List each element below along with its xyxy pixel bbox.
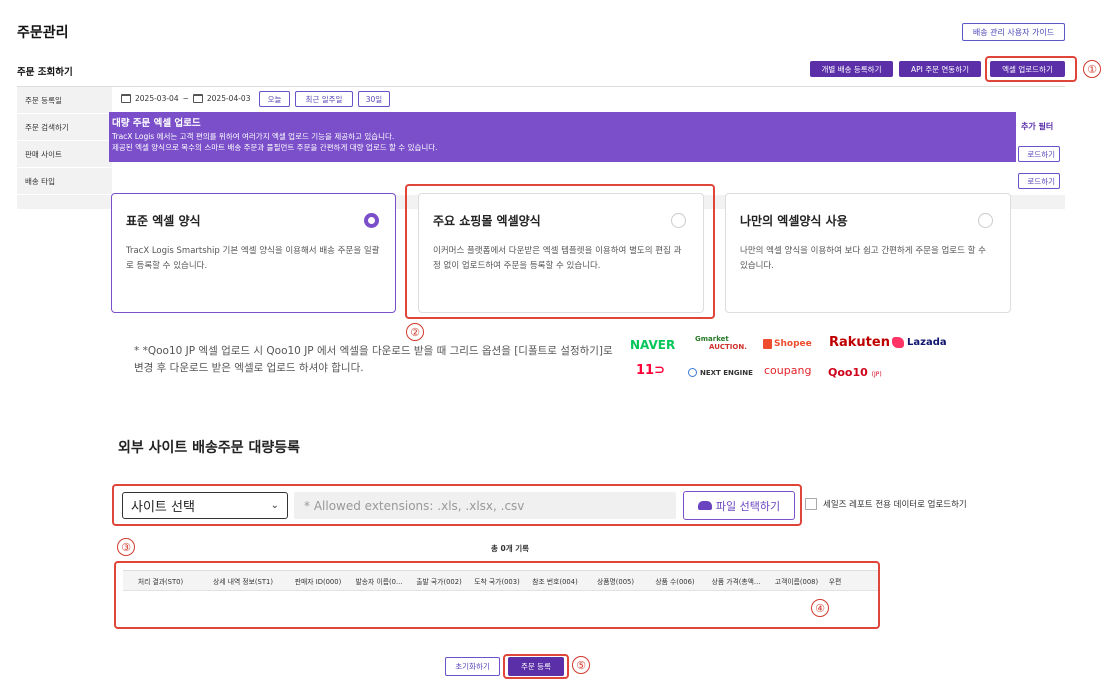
page-title: 주문관리	[17, 25, 69, 41]
coupang-logo: coupang	[764, 364, 812, 377]
date-to: 2025-04-03	[206, 94, 251, 103]
reset-button[interactable]: 초기화하기	[445, 657, 500, 676]
external-order-register-title: 외부 사이트 배송주문 대량등록	[118, 440, 301, 456]
qoo10-jp-suffix: (JP)	[871, 371, 882, 378]
card-title: 표준 엑셀 양식	[126, 214, 201, 228]
date-separator: ~	[182, 94, 189, 103]
qoo10-notice: * *Qoo10 JP 엑셀 업로드 시 Qoo10 JP 에서 엑셀을 다운로…	[134, 345, 613, 374]
label-sales-site: 판매 사이트	[17, 141, 112, 168]
gmarket-logo-text: Gmarket	[695, 335, 729, 343]
banner-title: 대량 주문 엑셀 업로드	[112, 118, 201, 129]
naver-logo: NAVER	[630, 338, 676, 352]
eleven-arrow-icon: ⊃	[654, 363, 665, 378]
label-shipping-type: 배송 타입	[17, 168, 112, 195]
card-standard-template[interactable]: 표준 엑셀 양식 TracX Logis Smartship 기본 엑셀 양식을…	[111, 193, 396, 313]
bulk-upload-banner: 대량 주문 엑셀 업로드 TracX Logis 에서는 고객 편의를 위하여 …	[109, 112, 1016, 162]
next-engine-text: NEXT ENGINE	[700, 368, 753, 377]
qoo10-logo: Qoo10 (JP)	[828, 366, 882, 379]
eleven-street-logo: 11⊃	[636, 363, 665, 378]
marker-4: ④	[811, 599, 829, 617]
api-order-button[interactable]: API 주문 연동하기	[899, 61, 981, 77]
chip-last-week[interactable]: 최근 일주일	[295, 91, 353, 107]
chip-30days[interactable]: 30일	[358, 91, 390, 107]
highlight-box-3	[112, 484, 802, 526]
next-engine-icon	[688, 368, 697, 377]
date-from: 2025-03-04	[135, 94, 179, 103]
marker-3: ③	[117, 538, 135, 556]
side-load-button-2[interactable]: 로드하기	[1018, 173, 1060, 189]
highlight-box-1	[985, 56, 1077, 82]
gmarket-auction-logo: Gmarket AUCTION.	[695, 335, 747, 351]
user-guide-button[interactable]: 배송 관리 사용자 가이드	[962, 23, 1065, 41]
label-order-search: 주문 검색하기	[17, 114, 112, 141]
side-load-button-1[interactable]: 로드하기	[1018, 146, 1060, 162]
shopee-logo: Shopee	[763, 339, 812, 349]
next-engine-logo: NEXT ENGINE	[688, 368, 753, 377]
label-order-date: 주문 등록일	[17, 87, 112, 114]
eleven-logo-text: 11	[636, 363, 655, 378]
marker-5: ⑤	[572, 656, 590, 674]
individual-shipping-button[interactable]: 개별 배송 등록하기	[810, 61, 893, 77]
radio-icon[interactable]	[978, 213, 993, 228]
calendar-icon	[121, 94, 131, 103]
card-desc: TracX Logis Smartship 기본 엑셀 양식을 이용해서 배송 …	[126, 246, 380, 271]
date-range[interactable]: 2025-03-04 ~ 2025-04-03	[121, 94, 250, 103]
card-title: 나만의 엑셀양식 사용	[740, 214, 848, 228]
shopee-logo-text: Shopee	[774, 339, 812, 349]
highlight-box-2	[405, 184, 715, 319]
highlight-box-5	[503, 654, 569, 679]
marker-1: ①	[1083, 60, 1101, 78]
lazada-logo-text: Lazada	[907, 337, 947, 348]
radio-selected-icon[interactable]	[364, 213, 379, 228]
shopee-bag-icon	[763, 339, 772, 349]
add-filter-link[interactable]: 추가 필터	[1021, 121, 1053, 132]
sales-report-checkbox[interactable]	[805, 498, 817, 510]
card-custom-template[interactable]: 나만의 엑셀양식 사용 나만의 엑셀 양식을 이용하여 보다 쉽고 간편하게 주…	[725, 193, 1011, 313]
banner-line-2: 제공된 엑셀 양식으로 복수의 스마트 배송 주문과 풀필먼트 주문을 간편하게…	[112, 143, 438, 152]
lazada-heart-icon	[892, 337, 904, 348]
auction-logo-text: AUCTION.	[709, 343, 747, 351]
banner-line-1: TracX Logis 에서는 고객 편의를 위하여 여러가지 엑셀 업로드 기…	[112, 132, 395, 141]
rakuten-logo: Rakuten	[829, 335, 890, 350]
lazada-logo: Lazada	[892, 337, 947, 348]
chip-today[interactable]: 오늘	[259, 91, 290, 107]
card-desc: 나만의 엑셀 양식을 이용하여 보다 쉽고 간편하게 주문을 업로드 할 수 있…	[740, 246, 986, 271]
sales-report-checkbox-label: 세일즈 레포트 전용 데이터로 업로드하기	[823, 500, 967, 510]
highlight-box-4	[114, 561, 880, 629]
qoo10-logo-text: Qoo10	[828, 366, 868, 379]
calendar-icon	[192, 94, 203, 103]
marker-2: ②	[406, 323, 424, 341]
total-records: 총 0개 기록	[491, 544, 530, 553]
section-title: 주문 조회하기	[17, 67, 73, 78]
